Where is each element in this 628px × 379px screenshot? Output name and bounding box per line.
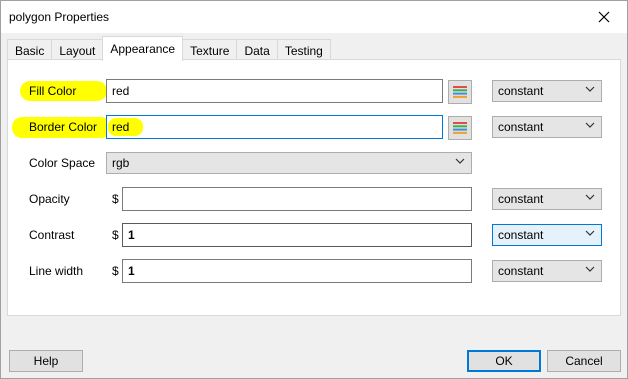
- title-bar: polygon Properties: [1, 1, 627, 33]
- chevron-down-icon: [585, 230, 595, 236]
- contrast-input[interactable]: 1: [122, 223, 472, 247]
- color-space-value: rgb: [112, 156, 130, 170]
- line-width-mode-select[interactable]: constant: [492, 260, 602, 282]
- chevron-down-icon: [585, 194, 595, 200]
- opacity-input[interactable]: [122, 187, 472, 211]
- help-button[interactable]: Help: [9, 350, 83, 372]
- opacity-mode-select[interactable]: constant: [492, 188, 602, 210]
- fill-color-input[interactable]: red: [106, 79, 443, 103]
- line-width-input[interactable]: 1: [122, 259, 472, 283]
- window-title: polygon Properties: [9, 10, 110, 24]
- close-icon: [598, 11, 610, 23]
- ok-button[interactable]: OK: [467, 350, 541, 372]
- tab-basic[interactable]: Basic: [7, 39, 53, 61]
- chevron-down-icon: [455, 158, 465, 164]
- tab-data[interactable]: Data: [236, 39, 278, 61]
- contrast-label: Contrast: [29, 228, 75, 242]
- palette-icon: [453, 86, 467, 98]
- line-width-prefix: $: [112, 264, 119, 278]
- close-button[interactable]: [581, 1, 627, 33]
- contrast-mode: constant: [498, 228, 544, 242]
- line-width-value: 1: [128, 264, 135, 278]
- border-color-value: red: [112, 120, 130, 134]
- color-space-label: Color Space: [29, 156, 96, 170]
- fill-color-picker-button[interactable]: [448, 80, 472, 104]
- contrast-prefix: $: [112, 228, 119, 242]
- chevron-down-icon: [585, 122, 595, 128]
- cancel-button[interactable]: Cancel: [547, 350, 621, 372]
- border-color-label: Border Color: [29, 120, 98, 134]
- line-width-label: Line width: [29, 264, 84, 278]
- chevron-down-icon: [585, 266, 595, 272]
- border-color-input[interactable]: red: [106, 115, 443, 139]
- contrast-mode-select[interactable]: constant: [492, 224, 602, 246]
- tab-testing[interactable]: Testing: [276, 39, 331, 61]
- opacity-mode: constant: [498, 192, 544, 206]
- fill-color-mode: constant: [498, 84, 544, 98]
- properties-dialog: polygon Properties Basic Layout Appearan…: [0, 0, 628, 379]
- border-color-mode: constant: [498, 120, 544, 134]
- tab-appearance[interactable]: Appearance: [102, 36, 184, 61]
- border-color-mode-select[interactable]: constant: [492, 116, 602, 138]
- tab-texture[interactable]: Texture: [182, 39, 238, 61]
- opacity-label: Opacity: [29, 192, 70, 206]
- appearance-panel: Fill Color red constant Border Color red: [7, 59, 621, 316]
- contrast-value: 1: [128, 228, 135, 242]
- fill-color-value: red: [112, 84, 130, 98]
- fill-color-mode-select[interactable]: constant: [492, 80, 602, 102]
- opacity-prefix: $: [112, 192, 119, 206]
- color-space-select[interactable]: rgb: [106, 152, 472, 174]
- line-width-mode: constant: [498, 264, 544, 278]
- tab-bar: Basic Layout Appearance Texture Data Tes…: [7, 36, 331, 61]
- chevron-down-icon: [585, 86, 595, 92]
- border-color-picker-button[interactable]: [448, 116, 472, 140]
- fill-color-label: Fill Color: [29, 84, 77, 98]
- palette-icon: [453, 122, 467, 134]
- tab-layout[interactable]: Layout: [51, 39, 104, 61]
